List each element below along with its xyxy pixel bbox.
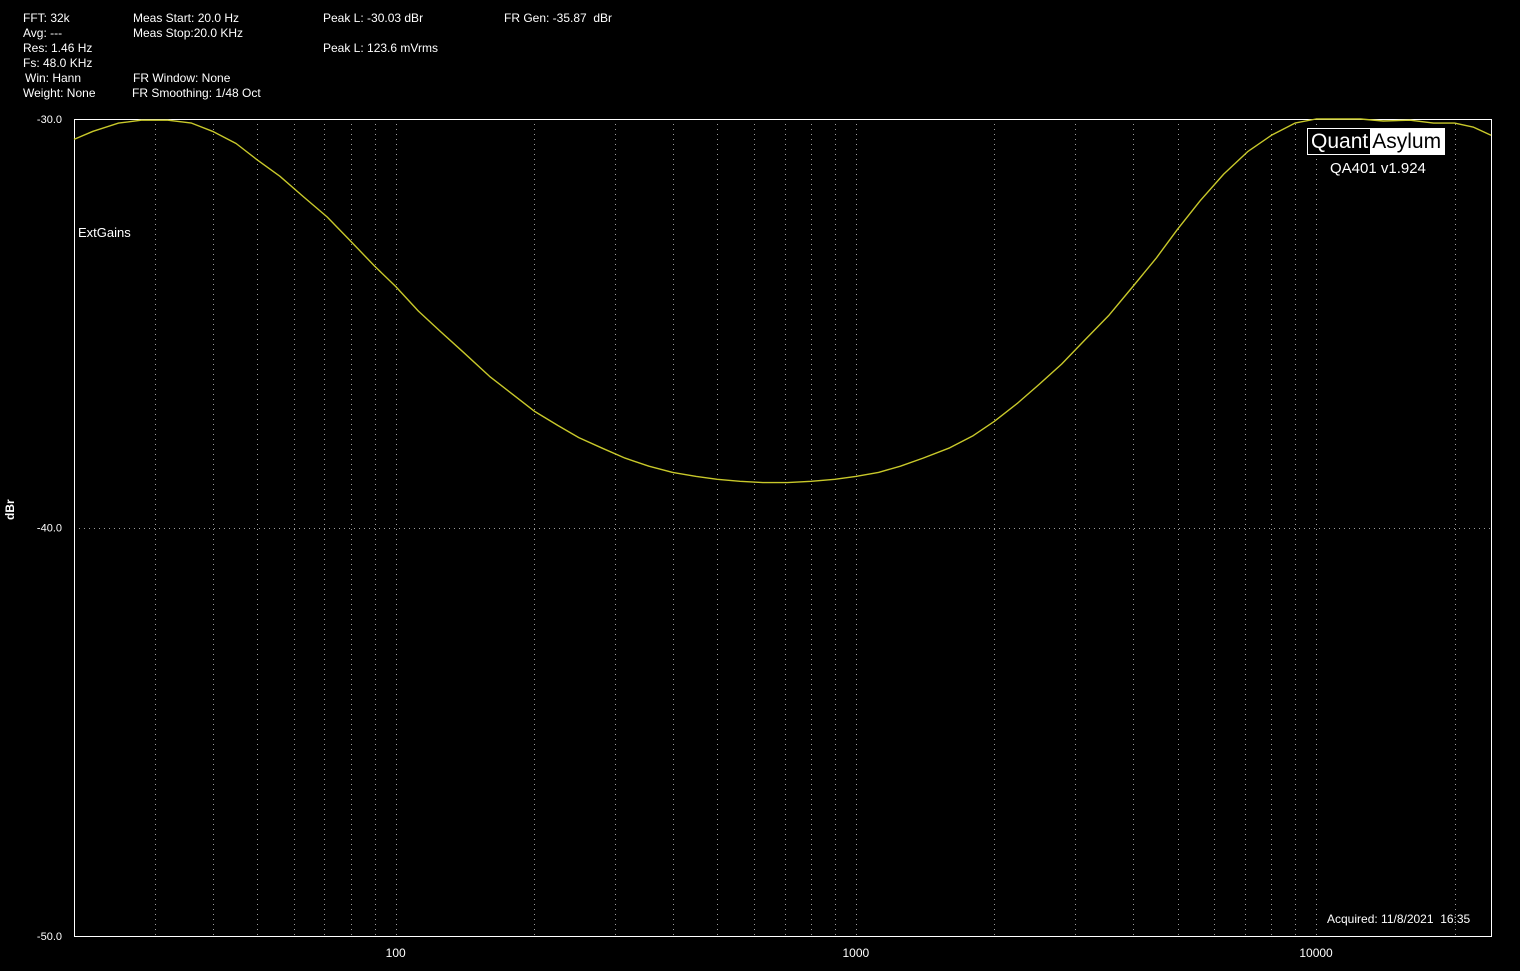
quantasylum-logo: Quant Asylum (1307, 128, 1446, 155)
x-tick-label: 10000 (1299, 946, 1333, 960)
y-tick-label: -40.0 (37, 523, 62, 535)
grid (74, 119, 1491, 936)
trace-annotation: ExtGains (78, 225, 131, 240)
x-tick-label: 100 (386, 946, 406, 960)
traces (73, 118, 1492, 484)
tick-labels: 100 1000 10000 -30.0 -40.0 -50.0 (37, 114, 1333, 960)
y-tick-label: -30.0 (37, 114, 62, 126)
frequency-response-chart: 100 1000 10000 -30.0 -40.0 -50.0 (37, 114, 1492, 960)
y-axis-label: dBr (3, 499, 17, 520)
version-label: QA401 v1.924 (1330, 160, 1426, 177)
logo-left: Quant (1308, 129, 1371, 154)
x-tick-label: 1000 (842, 946, 869, 960)
logo-right: Asylum (1370, 129, 1445, 154)
trace-line (73, 118, 1492, 484)
acquired-timestamp: Acquired: 11/8/2021 16:35 (1327, 912, 1471, 926)
plot-frame (74, 119, 1492, 937)
y-tick-label: -50.0 (37, 931, 62, 943)
